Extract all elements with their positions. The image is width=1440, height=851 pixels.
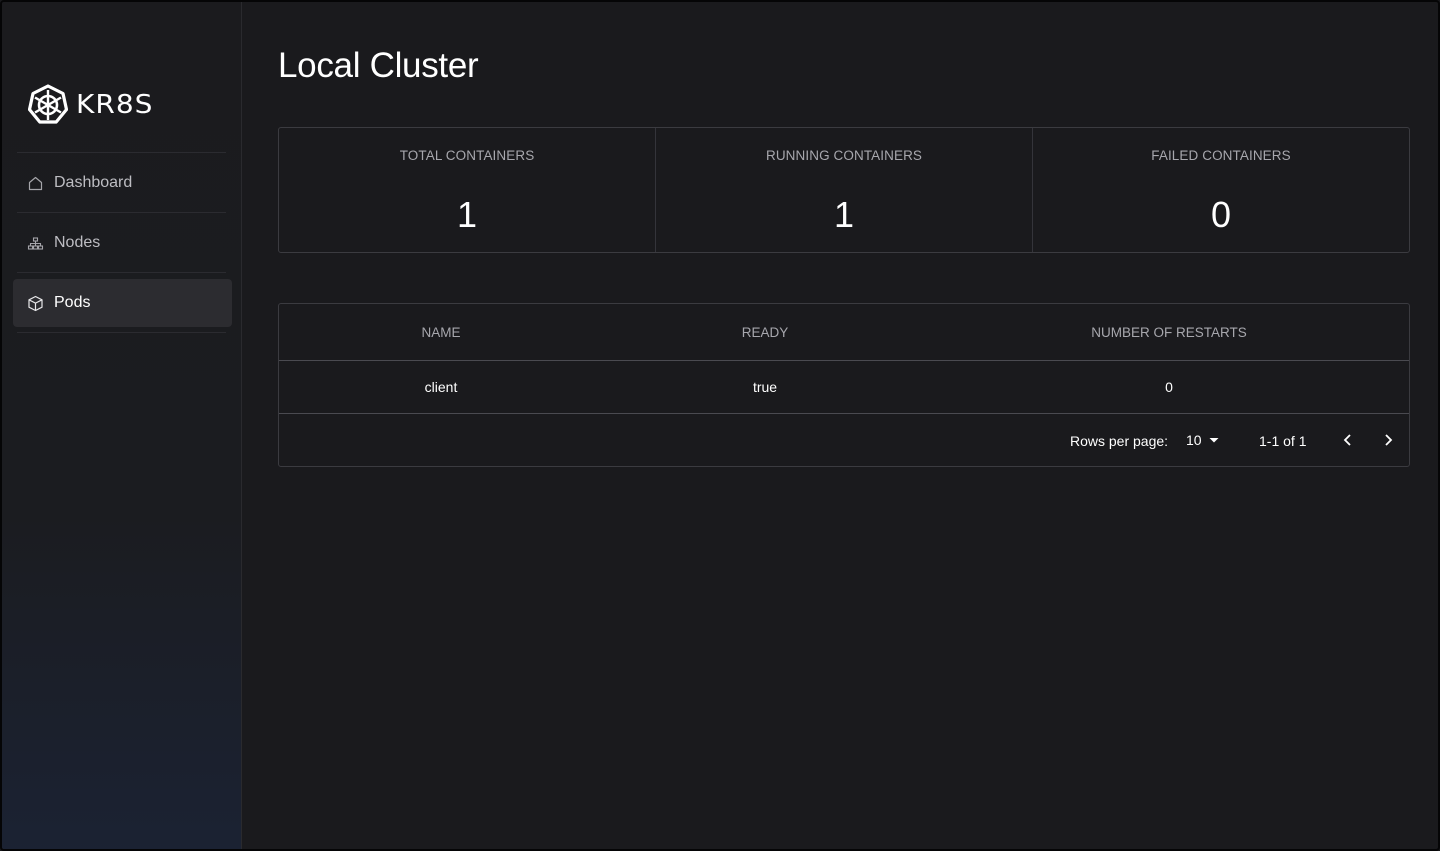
caret-down-icon (1208, 434, 1220, 446)
stat-value: 0 (1210, 194, 1232, 235)
column-header-name[interactable]: NAME (279, 304, 603, 360)
home-icon (27, 175, 44, 192)
sidebar-item-label: Nodes (54, 234, 101, 251)
previous-page-button[interactable] (1334, 426, 1362, 454)
rows-per-page-label: Rows per page: (1070, 433, 1169, 449)
sidebar: KR8S Dashboard Nodes Pods (2, 2, 242, 849)
sidebar-item-dashboard[interactable]: Dashboard (13, 159, 232, 207)
table-pagination: Rows per page: 10 1-1 of 1 (279, 414, 1409, 467)
cell-restarts: 0 (1165, 379, 1173, 395)
nodes-icon (27, 235, 44, 252)
stat-value: 1 (833, 194, 855, 235)
nav-divider (17, 332, 226, 333)
stat-failed-containers: FAILED CONTAINERS 0 (1033, 128, 1409, 252)
column-header-ready[interactable]: READY (603, 304, 927, 360)
rows-per-page-value: 10 (1186, 432, 1202, 448)
table-row[interactable]: client true 0 (279, 361, 1409, 414)
cell-ready: true (752, 379, 778, 395)
stat-label: FAILED CONTAINERS (1151, 148, 1291, 163)
chevron-left-icon (1341, 433, 1355, 447)
stat-total-containers: TOTAL CONTAINERS 1 (279, 128, 656, 252)
app-window: KR8S Dashboard Nodes Pods Local Cluster … (0, 0, 1440, 851)
sidebar-item-label: Dashboard (54, 174, 133, 191)
next-page-button[interactable] (1374, 426, 1402, 454)
stat-running-containers: RUNNING CONTAINERS 1 (656, 128, 1033, 252)
sidebar-item-pods[interactable]: Pods (13, 279, 232, 327)
stat-value: 1 (456, 194, 478, 235)
nav-divider (17, 272, 226, 273)
main-content: Local Cluster TOTAL CONTAINERS 1 RUNNING… (243, 2, 1438, 849)
chevron-right-icon (1381, 433, 1395, 447)
pagination-range: 1-1 of 1 (1259, 433, 1307, 449)
stat-label: TOTAL CONTAINERS (399, 148, 535, 163)
table-header: NAME READY NUMBER OF RESTARTS (279, 304, 1409, 361)
column-header-restarts[interactable]: NUMBER OF RESTARTS (927, 304, 1411, 360)
brand-logo[interactable]: KR8S (28, 82, 153, 126)
helm-icon (28, 84, 68, 124)
cube-icon (27, 295, 44, 312)
sidebar-item-nodes[interactable]: Nodes (13, 219, 232, 267)
page-title: Local Cluster (278, 46, 479, 85)
brand-logo-text: KR8S (76, 88, 154, 120)
nav-divider (17, 212, 226, 213)
nav-divider (17, 152, 226, 153)
stat-label: RUNNING CONTAINERS (765, 148, 923, 163)
rows-per-page-select[interactable]: 10 (1186, 432, 1220, 448)
cell-name: client (424, 379, 458, 395)
sidebar-item-label: Pods (54, 294, 91, 311)
stats-card: TOTAL CONTAINERS 1 RUNNING CONTAINERS 1 … (278, 127, 1410, 253)
pods-table: NAME READY NUMBER OF RESTARTS client tru… (278, 303, 1410, 467)
